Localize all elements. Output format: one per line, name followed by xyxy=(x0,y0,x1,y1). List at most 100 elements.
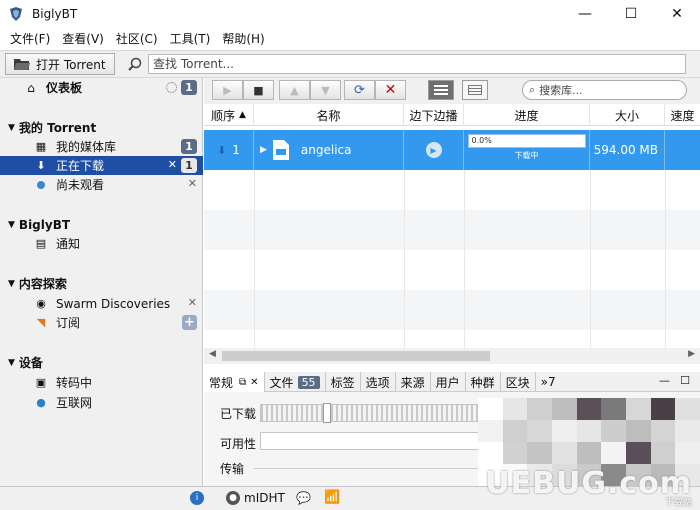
remove-x-icon: ✕ xyxy=(384,82,397,98)
move-down-button[interactable]: ▼ xyxy=(310,80,341,100)
sidebar-item-swarm-discoveries[interactable]: ◉ Swarm Discoveries ✕ xyxy=(0,294,203,313)
list-view-icon xyxy=(434,85,448,95)
empty-row xyxy=(204,290,700,330)
biglybt-logo-icon xyxy=(10,7,22,21)
menu-view[interactable]: 查看(V) xyxy=(56,28,110,50)
sidebar-section-biglybt[interactable]: ▼ BiglyBT xyxy=(0,215,203,234)
dht-status[interactable]: mIDHT xyxy=(244,491,285,505)
stream-cell: ▶ xyxy=(404,130,464,170)
menu-community[interactable]: 社区(C) xyxy=(110,28,164,50)
tab-tags[interactable]: 标签 xyxy=(326,372,361,392)
column-speed[interactable]: 速度 xyxy=(665,104,700,126)
popout-icon[interactable]: ⧉ xyxy=(239,377,246,388)
tab-options[interactable]: 选项 xyxy=(361,372,396,392)
downloaded-label: 已下载 xyxy=(220,407,257,421)
tab-sources[interactable]: 来源 xyxy=(396,372,431,392)
speed-cell xyxy=(665,130,700,170)
sidebar-item-unwatched[interactable]: 尚未观看 ✕ xyxy=(0,175,203,194)
sidebar-item-internet[interactable]: ● 互联网 xyxy=(0,393,203,412)
unwatched-dot-icon xyxy=(34,178,48,192)
scroll-right-icon[interactable]: ▶ xyxy=(688,349,695,359)
stream-play-icon[interactable]: ▶ xyxy=(425,142,442,158)
menu-help[interactable]: 帮助(H) xyxy=(216,28,270,50)
maximize-panel-icon[interactable]: ☐ xyxy=(680,374,690,387)
view-detailed-button[interactable] xyxy=(428,80,454,100)
sidebar-item-label: 尚未观看 xyxy=(56,178,105,192)
window-title: BiglyBT xyxy=(32,7,78,21)
globe-icon: ● xyxy=(36,396,46,409)
tab-swarm[interactable]: 种群 xyxy=(466,372,501,392)
arrow-down-icon: ▼ xyxy=(321,83,330,97)
start-button[interactable]: ▶ xyxy=(212,80,243,100)
sidebar-item-downloading[interactable]: ⬇ 正在下载 ✕ 1 xyxy=(0,156,203,175)
column-name[interactable]: 名称 xyxy=(254,104,404,126)
sidebar-item-transcoding[interactable]: ▣ 转码中 xyxy=(0,373,203,392)
open-torrent-button[interactable]: 打开 Torrent xyxy=(5,53,115,75)
scroll-left-icon[interactable]: ◀ xyxy=(209,349,216,359)
sidebar-section-my-torrents[interactable]: ▼ 我的 Torrent xyxy=(0,118,203,137)
column-stream[interactable]: 边下边播 xyxy=(404,104,464,126)
column-divider xyxy=(590,170,591,348)
close-icon[interactable]: ✕ xyxy=(188,296,197,309)
sidebar-item-subscriptions[interactable]: ◥ 订阅 + xyxy=(0,313,203,332)
tab-peers[interactable]: 用户 xyxy=(431,372,466,392)
sidebar-item-dashboard[interactable]: ⌂ 仪表板 1 xyxy=(0,78,203,97)
torrent-toolbar: ▶ ■ ▲ ▼ ⟳ ✕ ⌕ 搜索库... xyxy=(204,78,700,104)
folder-open-icon xyxy=(14,59,30,70)
add-subscription-button[interactable]: + xyxy=(182,315,197,330)
column-progress[interactable]: 进度 xyxy=(464,104,590,126)
tabs-overflow[interactable]: »7 xyxy=(536,372,561,392)
library-search-box[interactable]: ⌕ 搜索库... xyxy=(522,80,687,100)
sidebar-item-library[interactable]: ▦ 我的媒体库 1 xyxy=(0,137,203,156)
refresh-button[interactable]: ⟳ xyxy=(344,80,375,100)
main-toolbar: 打开 Torrent xyxy=(0,50,700,78)
column-divider xyxy=(665,170,666,348)
minimize-button[interactable]: — xyxy=(562,0,608,28)
close-button[interactable]: ✕ xyxy=(654,0,700,28)
wifi-icon[interactable]: 📶 xyxy=(324,490,340,505)
maximize-button[interactable]: ☐ xyxy=(608,0,654,28)
view-simple-button[interactable] xyxy=(462,80,488,100)
chat-icon[interactable]: 💬 xyxy=(296,491,311,505)
table-horizontal-scrollbar[interactable]: ◀ ▶ xyxy=(204,348,700,364)
sidebar-section-devices[interactable]: ▼ 设备 xyxy=(0,353,203,372)
tab-general[interactable]: 常规 ⧉ ✕ xyxy=(204,372,265,392)
pieces-slider[interactable] xyxy=(323,403,331,423)
files-count-badge: 55 xyxy=(297,375,320,389)
column-divider xyxy=(464,170,465,348)
close-icon[interactable]: ✕ xyxy=(168,158,177,171)
library-search-placeholder: 搜索库... xyxy=(539,84,583,97)
dht-globe-icon: ● xyxy=(226,491,240,505)
dashboard-icon: ⌂ xyxy=(27,80,35,95)
move-up-button[interactable]: ▲ xyxy=(279,80,310,100)
table-row[interactable]: ⬇ 1 ▶ angelica ▶ 0.0% 下载中 594.00 MB xyxy=(204,130,700,170)
menu-file[interactable]: 文件(F) xyxy=(4,28,56,50)
torrent-search-input[interactable] xyxy=(148,54,686,74)
column-size[interactable]: 大小 xyxy=(590,104,665,126)
tab-pieces[interactable]: 区块 xyxy=(501,372,536,392)
loading-spinner-icon xyxy=(166,82,177,93)
info-icon[interactable]: i xyxy=(190,491,204,505)
close-icon[interactable]: ✕ xyxy=(250,377,258,388)
sidebar-item-notifications[interactable]: ▤ 通知 xyxy=(0,234,203,253)
column-divider xyxy=(404,170,405,348)
swarm-icon: ◉ xyxy=(36,297,46,310)
scroll-thumb[interactable] xyxy=(222,351,490,361)
close-icon[interactable]: ✕ xyxy=(188,177,197,190)
video-file-icon xyxy=(272,140,289,160)
sidebar-item-label: 转码中 xyxy=(56,376,93,390)
tab-files[interactable]: 文件 55 xyxy=(265,372,326,392)
stop-button[interactable]: ■ xyxy=(243,80,274,100)
sidebar-item-label: 互联网 xyxy=(56,396,93,410)
remove-button[interactable]: ✕ xyxy=(375,80,406,100)
minimize-panel-icon[interactable]: — xyxy=(659,374,670,387)
sort-asc-icon: ▲ xyxy=(239,110,246,120)
section-title: 设备 xyxy=(18,356,43,370)
sidebar-item-label: 我的媒体库 xyxy=(56,140,117,154)
expand-arrow-icon[interactable]: ▶ xyxy=(260,145,267,155)
expand-triangle-icon: ▼ xyxy=(8,122,15,133)
size-cell: 594.00 MB xyxy=(590,130,665,170)
menu-tools[interactable]: 工具(T) xyxy=(164,28,217,50)
sidebar-section-discovery[interactable]: ▼ 内容探索 xyxy=(0,274,203,293)
column-order[interactable]: 顺序 ▲ xyxy=(204,104,254,126)
